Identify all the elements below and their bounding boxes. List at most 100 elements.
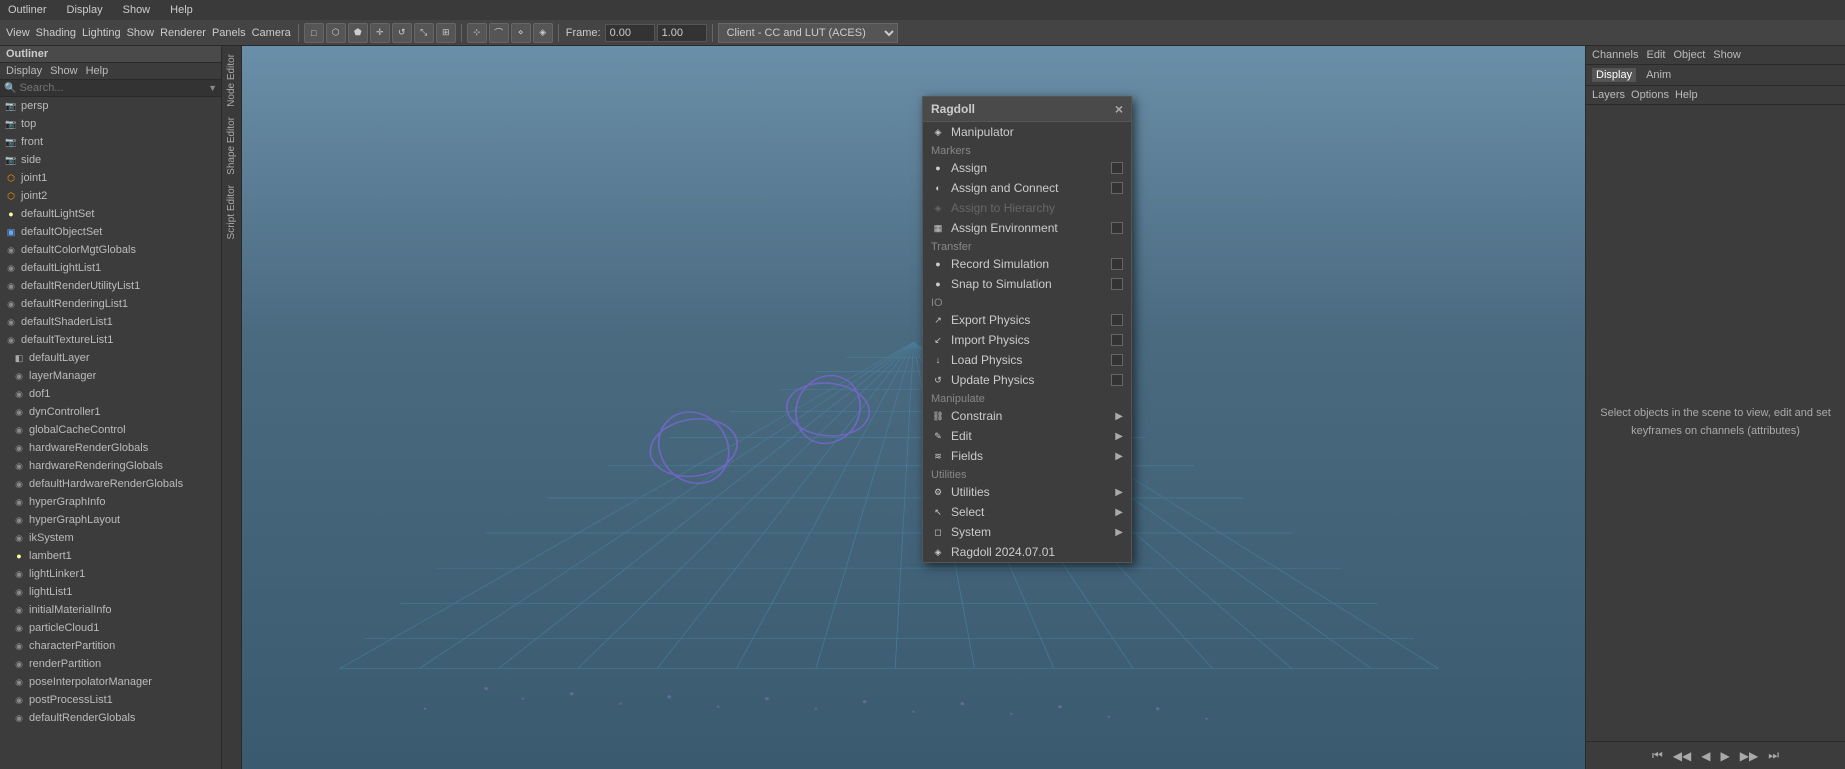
- tl-step-fwd-btn[interactable]: ▶: [1718, 747, 1733, 765]
- right-menu-show[interactable]: Show: [1713, 49, 1741, 61]
- toolbar-select-btn[interactable]: □: [304, 23, 324, 43]
- menu-shading[interactable]: Shading: [34, 27, 78, 39]
- outliner-item[interactable]: ◉defaultRenderingList1: [0, 295, 221, 313]
- outliner-menu-show[interactable]: Show: [50, 65, 78, 77]
- menu-checkbox-0[interactable]: [1111, 314, 1123, 326]
- toolbar-lasso-btn[interactable]: ⬡: [326, 23, 346, 43]
- outliner-item[interactable]: ●lambert1: [0, 547, 221, 565]
- outliner-item[interactable]: ◉renderPartition: [0, 655, 221, 673]
- right-menu-channels[interactable]: Channels: [1592, 49, 1638, 61]
- outliner-item[interactable]: 📷persp: [0, 97, 221, 115]
- outliner-item[interactable]: ◉hardwareRenderGlobals: [0, 439, 221, 457]
- tab-display[interactable]: Display: [1592, 68, 1636, 82]
- ragdoll-close-button[interactable]: ×: [1115, 101, 1123, 117]
- menu-item-import-physics[interactable]: ↙Import Physics: [923, 330, 1131, 350]
- menu-item-system[interactable]: ◻System▶: [923, 522, 1131, 542]
- menu-item-edit[interactable]: ✎Edit▶: [923, 426, 1131, 446]
- outliner-item[interactable]: 📷side: [0, 151, 221, 169]
- tl-goto-end-btn[interactable]: ⏭: [1765, 746, 1782, 765]
- tl-goto-start-btn[interactable]: ⏮: [1649, 746, 1666, 765]
- side-tab-shape-editor[interactable]: Shape Editor: [224, 113, 239, 179]
- outliner-item[interactable]: ⬡joint2: [0, 187, 221, 205]
- menu-lighting[interactable]: Lighting: [80, 27, 123, 39]
- outliner-item[interactable]: ◉particleCloud1: [0, 619, 221, 637]
- outliner-item[interactable]: ◉hyperGraphLayout: [0, 511, 221, 529]
- outliner-item[interactable]: ◉defaultTextureList1: [0, 331, 221, 349]
- menu-item-manipulator[interactable]: ◈Manipulator: [923, 122, 1131, 142]
- outliner-item[interactable]: ◧defaultLayer: [0, 349, 221, 367]
- outliner-item[interactable]: ◉hardwareRenderingGlobals: [0, 457, 221, 475]
- menu-item-assign-environment[interactable]: ▦Assign Environment: [923, 218, 1131, 238]
- menu-checkbox-2[interactable]: [1111, 354, 1123, 366]
- menu-item-constrain[interactable]: ⛓Constrain▶: [923, 406, 1131, 426]
- subtab-layers[interactable]: Layers: [1592, 89, 1625, 101]
- toolbar-snap-curve-btn[interactable]: ⌒: [489, 23, 509, 43]
- right-menu-edit[interactable]: Edit: [1646, 49, 1665, 61]
- toolbar-snap-grid-btn[interactable]: ⊹: [467, 23, 487, 43]
- toolbar-paint-btn[interactable]: ⬟: [348, 23, 368, 43]
- side-tab-node-editor[interactable]: Node Editor: [224, 50, 239, 111]
- menu-renderer[interactable]: Renderer: [158, 27, 208, 39]
- outliner-item[interactable]: ◉initialMaterialInfo: [0, 601, 221, 619]
- menu-item-load-physics[interactable]: ↓Load Physics: [923, 350, 1131, 370]
- outliner-menu-display[interactable]: Display: [6, 65, 42, 77]
- menu-checkbox-1[interactable]: [1111, 278, 1123, 290]
- menu-camera[interactable]: Camera: [250, 27, 293, 39]
- outliner-item[interactable]: ◉defaultColorMgtGlobals: [0, 241, 221, 259]
- outliner-item[interactable]: ◉lightLinker1: [0, 565, 221, 583]
- outliner-item[interactable]: ◉dof1: [0, 385, 221, 403]
- menu-item-update-physics[interactable]: ↺Update Physics: [923, 370, 1131, 390]
- menu-item-assign-and-connect[interactable]: ◐Assign and Connect: [923, 178, 1131, 198]
- menu-item-utilities[interactable]: ⚙Utilities▶: [923, 482, 1131, 502]
- outliner-item[interactable]: ◉ikSystem: [0, 529, 221, 547]
- outliner-item[interactable]: 📷top: [0, 115, 221, 133]
- outliner-item[interactable]: ◉defaultShaderList1: [0, 313, 221, 331]
- toolbar-rotate-btn[interactable]: ↺: [392, 23, 412, 43]
- menu-checkbox-3[interactable]: [1111, 222, 1123, 234]
- outliner-item[interactable]: ◉defaultRenderGlobals: [0, 709, 221, 727]
- outliner-item[interactable]: ◉defaultRenderUtilityList1: [0, 277, 221, 295]
- outliner-item[interactable]: ◉hyperGraphInfo: [0, 493, 221, 511]
- toolbar-scale-btn[interactable]: ⤡: [414, 23, 434, 43]
- menu-item-fields[interactable]: ≋Fields▶: [923, 446, 1131, 466]
- renderer-dropdown[interactable]: Client - CC and LUT (ACES): [718, 23, 898, 43]
- menu-help[interactable]: Help: [166, 4, 197, 16]
- menu-display[interactable]: Display: [63, 4, 107, 16]
- toolbar-transform-btn[interactable]: ⊞: [436, 23, 456, 43]
- menu-item-select[interactable]: ↖Select▶: [923, 502, 1131, 522]
- tl-next-frame-btn[interactable]: ▶▶: [1737, 747, 1761, 765]
- subtab-help[interactable]: Help: [1675, 89, 1698, 101]
- outliner-item[interactable]: ▣defaultObjectSet: [0, 223, 221, 241]
- viewport[interactable]: Ragdoll × ◈ManipulatorMarkers●Assign◐Ass…: [242, 46, 1585, 769]
- outliner-item[interactable]: ◉layerManager: [0, 367, 221, 385]
- menu-checkbox-1[interactable]: [1111, 334, 1123, 346]
- outliner-item[interactable]: ◉defaultHardwareRenderGlobals: [0, 475, 221, 493]
- subtab-options[interactable]: Options: [1631, 89, 1669, 101]
- outliner-item[interactable]: ◉defaultLightList1: [0, 259, 221, 277]
- menu-show-vp[interactable]: Show: [125, 27, 157, 39]
- outliner-item[interactable]: ◉globalCacheControl: [0, 421, 221, 439]
- outliner-item[interactable]: ◉characterPartition: [0, 637, 221, 655]
- menu-checkbox-3[interactable]: [1111, 374, 1123, 386]
- menu-item-snap-to-simulation[interactable]: ●Snap to Simulation: [923, 274, 1131, 294]
- outliner-item[interactable]: ◉poseInterpolatorManager: [0, 673, 221, 691]
- outliner-item[interactable]: ⬡joint1: [0, 169, 221, 187]
- side-tab-script-editor[interactable]: Script Editor: [224, 181, 239, 243]
- right-menu-object[interactable]: Object: [1673, 49, 1705, 61]
- toolbar-move-btn[interactable]: ✛: [370, 23, 390, 43]
- search-bar[interactable]: 🔍 ▼: [0, 80, 221, 97]
- search-dropdown-icon[interactable]: ▼: [208, 83, 217, 93]
- menu-show[interactable]: Show: [119, 4, 155, 16]
- menu-item-assign[interactable]: ●Assign: [923, 158, 1131, 178]
- menu-checkbox-0[interactable]: [1111, 162, 1123, 174]
- frame-input[interactable]: [605, 24, 655, 42]
- outliner-item[interactable]: 📷front: [0, 133, 221, 151]
- menu-checkbox-0[interactable]: [1111, 258, 1123, 270]
- toolbar-snap-surface-btn[interactable]: ◈: [533, 23, 553, 43]
- outliner-item[interactable]: ●defaultLightSet: [0, 205, 221, 223]
- tl-prev-frame-btn[interactable]: ◀◀: [1670, 747, 1694, 765]
- tab-anim[interactable]: Anim: [1642, 68, 1675, 82]
- search-input[interactable]: [19, 82, 208, 94]
- menu-item-record-simulation[interactable]: ●Record Simulation: [923, 254, 1131, 274]
- menu-item-export-physics[interactable]: ↗Export Physics: [923, 310, 1131, 330]
